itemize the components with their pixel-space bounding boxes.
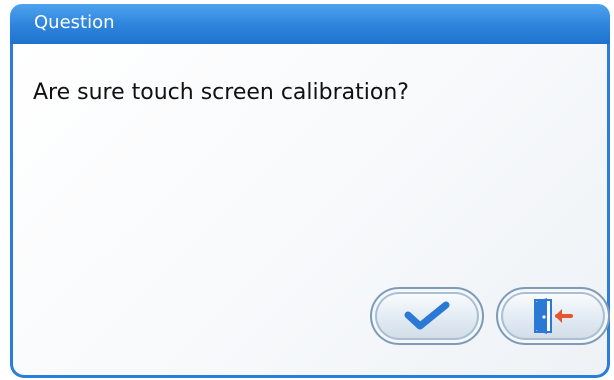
exit-door-icon <box>531 296 575 336</box>
check-icon <box>404 301 450 331</box>
exit-button[interactable] <box>496 287 610 345</box>
question-dialog: Question Are sure touch screen calibrati… <box>0 0 614 380</box>
confirm-button[interactable] <box>370 287 484 345</box>
dialog-body: Are sure touch screen calibration? <box>10 44 610 378</box>
dialog-titlebar: Question <box>10 4 610 44</box>
dialog-message: Are sure touch screen calibration? <box>33 80 409 105</box>
dialog-title: Question <box>34 12 115 33</box>
